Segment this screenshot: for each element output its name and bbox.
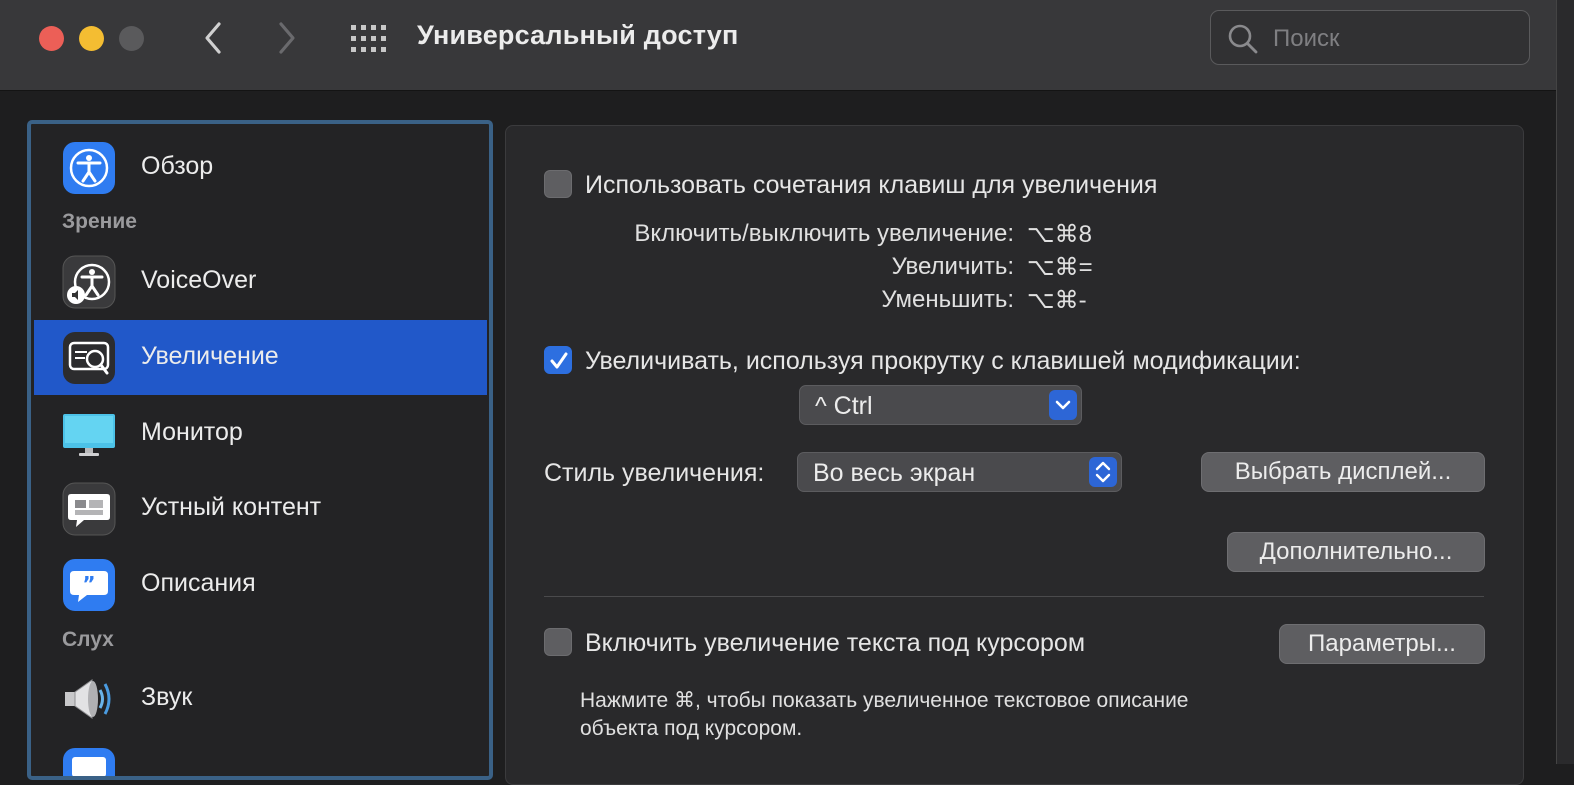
zoom-settings-panel: Использовать сочетания клавиш для увелич… bbox=[505, 125, 1524, 785]
shortcut-toggle-keys: ⌥⌘8 bbox=[1027, 221, 1093, 248]
sidebar-item-label: Устный контент bbox=[141, 493, 322, 521]
hover-text-checkbox[interactable] bbox=[544, 628, 572, 656]
sidebar-item-overview[interactable]: Обзор bbox=[34, 130, 487, 205]
minimize-button[interactable] bbox=[79, 26, 104, 51]
grid-icon bbox=[351, 25, 386, 52]
sidebar-item-audio[interactable]: Звук bbox=[34, 661, 487, 736]
shortcut-zoom-in-keys: ⌥⌘= bbox=[1027, 254, 1093, 281]
sidebar-item-descriptions[interactable]: ” Описания bbox=[34, 547, 487, 622]
sidebar-item-display[interactable]: Монитор bbox=[34, 396, 487, 471]
speaker-icon bbox=[65, 679, 111, 719]
descriptions-icon: ” bbox=[63, 559, 115, 611]
keyboard-shortcuts-checkbox[interactable] bbox=[544, 170, 572, 198]
scroll-gesture-checkbox[interactable] bbox=[544, 346, 572, 374]
zoom-icon bbox=[63, 332, 115, 384]
sidebar-item-partial[interactable] bbox=[34, 736, 487, 776]
zoom-style-label: Стиль увеличения: bbox=[544, 459, 765, 487]
section-divider bbox=[544, 596, 1484, 597]
window-title: Универсальный доступ bbox=[417, 20, 739, 50]
popup-arrow bbox=[1049, 390, 1077, 420]
modifier-key-value: ^ Ctrl bbox=[815, 392, 873, 420]
section-header-vision: Зрение bbox=[62, 210, 137, 233]
display-icon bbox=[63, 414, 115, 456]
sidebar-item-label: Обзор bbox=[141, 152, 214, 180]
voiceover-icon bbox=[62, 255, 116, 309]
search-field[interactable] bbox=[1210, 10, 1530, 65]
search-icon bbox=[1228, 24, 1258, 54]
back-button[interactable] bbox=[193, 18, 233, 58]
hint-line-2: объекта под курсором. bbox=[580, 717, 803, 740]
shortcut-zoom-out-label: Уменьшить: bbox=[881, 286, 1014, 313]
sidebar-item-label: Монитор bbox=[141, 418, 243, 446]
keyboard-shortcuts-label: Использовать сочетания клавиш для увелич… bbox=[585, 171, 1158, 199]
hint-line-1: Нажмите ⌘, чтобы показать увеличенное те… bbox=[580, 689, 1189, 712]
sidebar-item-label: Увеличение bbox=[141, 342, 279, 370]
close-button[interactable] bbox=[39, 26, 64, 51]
sidebar-item-label: Описания bbox=[141, 569, 256, 597]
sidebar-item-label: Звук bbox=[141, 683, 193, 711]
popup-arrow bbox=[1089, 457, 1117, 487]
zoom-window-button[interactable] bbox=[119, 26, 144, 51]
choose-display-button[interactable]: Выбрать дисплей... bbox=[1201, 452, 1485, 492]
hover-text-label: Включить увеличение текста под курсором bbox=[585, 629, 1086, 657]
zoom-style-popup[interactable]: Во весь экран bbox=[797, 452, 1122, 492]
zoom-style-value: Во весь экран bbox=[813, 459, 976, 487]
advanced-button[interactable]: Дополнительно... bbox=[1227, 532, 1485, 572]
shortcut-zoom-in-label: Увеличить: bbox=[891, 253, 1014, 280]
sidebar: Обзор Зрение VoiceOver Увеличение Монито… bbox=[27, 120, 493, 780]
shortcut-list: Включить/выключить увеличение: Увеличить… bbox=[544, 220, 1014, 320]
sidebar-item-spoken-content[interactable]: Устный контент bbox=[34, 471, 487, 546]
forward-button[interactable] bbox=[267, 18, 307, 58]
accessibility-icon bbox=[63, 142, 115, 194]
svg-text:”: ” bbox=[82, 572, 95, 596]
show-all-button[interactable] bbox=[350, 24, 388, 54]
hover-text-hint: Нажмите ⌘, чтобы показать увеличенное те… bbox=[580, 687, 1300, 743]
title-bar: Универсальный доступ bbox=[0, 0, 1556, 91]
spoken-content-icon bbox=[62, 482, 116, 536]
section-header-hearing: Слух bbox=[62, 628, 114, 651]
search-input[interactable] bbox=[1271, 23, 1525, 55]
sidebar-item-label: VoiceOver bbox=[141, 266, 257, 294]
shortcut-zoom-out-keys: ⌥⌘- bbox=[1027, 287, 1087, 314]
chevron-down-icon bbox=[1055, 400, 1071, 410]
checkmark-icon bbox=[550, 352, 568, 369]
modifier-key-popup[interactable]: ^ Ctrl bbox=[799, 385, 1082, 425]
hover-text-options-button[interactable]: Параметры... bbox=[1279, 624, 1485, 664]
sidebar-item-zoom[interactable]: Увеличение bbox=[34, 320, 487, 395]
scroll-gesture-label: Увеличивать, используя прокрутку с клави… bbox=[585, 347, 1301, 375]
chevron-right-icon bbox=[279, 22, 295, 54]
background-window-edge bbox=[1556, 0, 1574, 764]
sidebar-item-voiceover[interactable]: VoiceOver bbox=[34, 244, 487, 319]
chevron-updown-icon bbox=[1095, 461, 1111, 483]
shortcut-toggle-label: Включить/выключить увеличение: bbox=[634, 220, 1014, 247]
chevron-left-icon bbox=[205, 22, 221, 54]
